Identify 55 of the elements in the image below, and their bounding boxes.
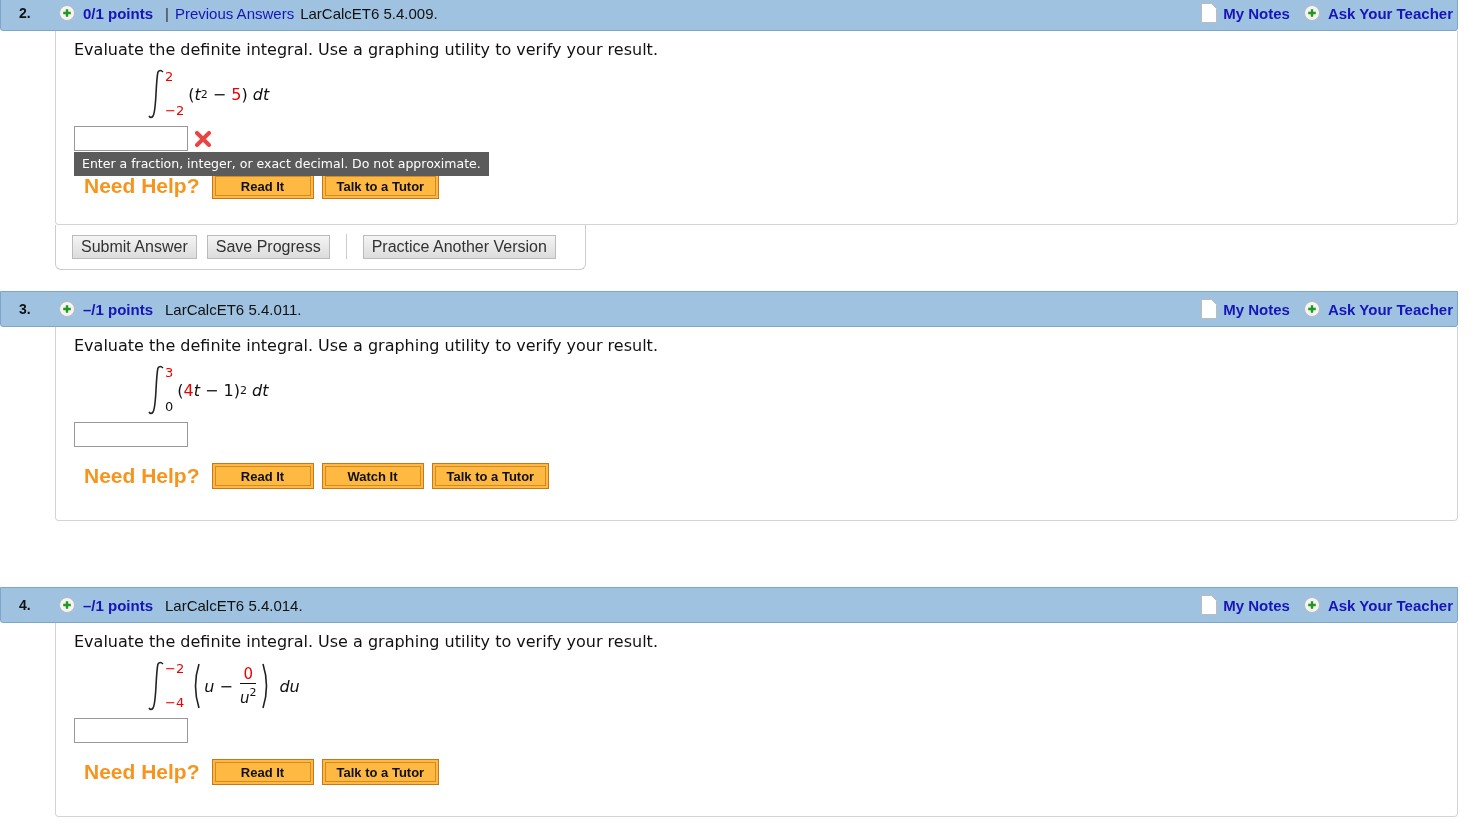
need-help-label: Need Help? — [84, 464, 200, 488]
note-page-icon[interactable] — [1201, 299, 1218, 319]
points: –/1 points — [83, 596, 153, 614]
answer-action-button[interactable]: Submit Answer — [72, 234, 197, 259]
question-code: LarCalcET6 5.4.014. — [165, 596, 303, 614]
integral-sign-icon — [148, 661, 164, 711]
question-code: LarCalcET6 5.4.011. — [165, 300, 302, 318]
note-page-icon[interactable] — [1201, 595, 1218, 615]
note-page-icon[interactable] — [1201, 3, 1218, 23]
question-prompt: Evaluate the definite integral. Use a graphing utility to verify your result. — [74, 40, 659, 60]
question-number: 4. — [19, 597, 32, 613]
answer-field[interactable] — [74, 126, 188, 151]
integral-sign-icon — [148, 365, 164, 415]
upper-limit: −2 — [165, 662, 185, 676]
help-button[interactable]: Talk to a Tutor — [431, 463, 550, 489]
points: –/1 points — [83, 300, 153, 318]
my-notes-link[interactable]: My Notes — [1223, 300, 1290, 318]
lower-limit: −4 — [165, 696, 185, 710]
ask-your-teacher-link[interactable]: Ask Your Teacher — [1327, 300, 1453, 318]
question-code: LarCalcET6 5.4.009. — [300, 4, 438, 22]
plus-icon[interactable] — [1303, 597, 1320, 613]
plus-icon[interactable] — [1303, 301, 1320, 317]
upper-limit: 2 — [165, 70, 175, 84]
plus-icon[interactable] — [1303, 5, 1320, 21]
lower-limit: 0 — [165, 400, 174, 414]
plus-icon[interactable] — [59, 5, 75, 21]
help-button[interactable]: Talk to a Tutor — [321, 759, 440, 785]
separator-text: | — [165, 4, 169, 22]
help-button[interactable]: Read It — [211, 759, 314, 785]
help-button[interactable]: Watch It — [321, 463, 424, 489]
need-help-label: Need Help? — [84, 174, 200, 198]
upper-limit: 3 — [165, 366, 174, 380]
answer-action-button[interactable]: Practice Another Version — [362, 234, 556, 259]
answer-field[interactable] — [74, 718, 188, 743]
plus-icon[interactable] — [59, 597, 75, 613]
ask-your-teacher-link[interactable]: Ask Your Teacher — [1327, 596, 1453, 614]
need-help-label: Need Help? — [84, 760, 200, 784]
my-notes-link[interactable]: My Notes — [1223, 4, 1290, 22]
hint-tooltip: Enter a fraction, integer, or exact decimal. Do not approximate. — [74, 152, 489, 176]
previous-answers-link[interactable]: Previous Answers — [174, 4, 295, 22]
answer-action-button[interactable]: Save Progress — [206, 234, 330, 259]
question-number: 3. — [19, 301, 32, 317]
integrand: (t2 − 5) dt — [188, 84, 270, 104]
question-number: 2. — [19, 5, 32, 21]
integral-sign-icon — [148, 69, 164, 119]
integrand: (4t − 1)2 dt — [177, 380, 269, 400]
points: 0/1 points — [83, 4, 153, 22]
plus-icon[interactable] — [59, 301, 75, 317]
my-notes-link[interactable]: My Notes — [1223, 596, 1290, 614]
answer-field[interactable] — [74, 422, 188, 447]
help-button[interactable]: Read It — [211, 463, 314, 489]
question-prompt: Evaluate the definite integral. Use a graphing utility to verify your result. — [74, 336, 659, 356]
lower-limit: −2 — [165, 104, 185, 118]
ask-your-teacher-link[interactable]: Ask Your Teacher — [1327, 4, 1453, 22]
question-prompt: Evaluate the definite integral. Use a graphing utility to verify your result. — [74, 632, 659, 652]
